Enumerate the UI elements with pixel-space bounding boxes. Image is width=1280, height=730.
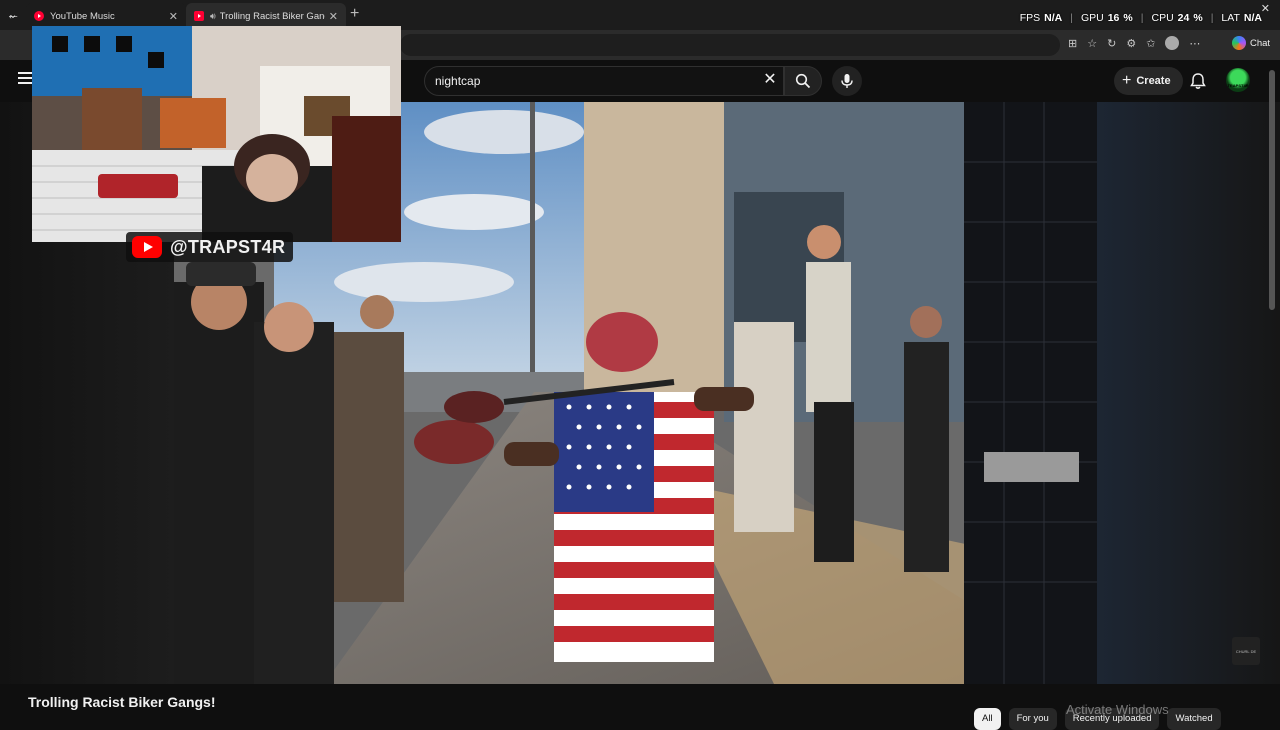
favorites-icon[interactable]: ✩	[1146, 37, 1155, 50]
youtube-favicon-icon	[194, 11, 204, 21]
notifications-button[interactable]	[1188, 71, 1208, 91]
youtube-logo-icon	[132, 236, 162, 258]
fps-stat: FPS N/A	[1019, 12, 1063, 24]
search-icon	[795, 73, 811, 89]
microphone-icon	[841, 74, 853, 88]
refresh-icon[interactable]: ↻	[1107, 37, 1116, 50]
plus-icon: +	[1122, 72, 1132, 89]
search-button[interactable]	[784, 66, 822, 96]
bell-icon	[1190, 73, 1206, 89]
address-bar[interactable]	[400, 34, 1060, 56]
tab-close-icon[interactable]: ✕	[329, 10, 338, 23]
clear-search-icon[interactable]: ✕	[760, 70, 780, 90]
more-menu-icon[interactable]: ⋯	[1189, 37, 1200, 50]
tab-title: YouTube Music	[50, 10, 115, 22]
account-avatar[interactable]: TRAPST4R	[1226, 68, 1250, 92]
gpu-stat: GPU 16%	[1080, 12, 1133, 24]
performance-overlay: FPS N/A | GPU 16% | CPU 24% | LAT N/A	[1019, 12, 1262, 24]
copilot-chat-button[interactable]: Chat	[1232, 36, 1270, 50]
hamburger-menu-icon[interactable]	[18, 72, 32, 87]
activate-windows-watermark: Activate Windows	[1066, 702, 1169, 717]
chip-for-you[interactable]: For you	[1008, 708, 1057, 730]
app-available-icon[interactable]: ⊞	[1068, 37, 1077, 50]
streamer-webcam-overlay	[32, 26, 401, 242]
cpu-stat: CPU 24%	[1151, 12, 1203, 24]
speaker-icon[interactable]: 🔊︎	[210, 11, 216, 22]
new-tab-plus-icon[interactable]: +	[350, 5, 359, 23]
tab-title: Trolling Racist Biker Gangs! -	[219, 10, 325, 22]
tab-close-icon[interactable]: ✕	[169, 10, 178, 23]
toolbar-icons: ⊞ ☆ ↻ ⚙ ✩ ⋯	[1068, 36, 1200, 50]
stream-handle-badge: @TRAPST4R	[126, 232, 294, 262]
video-title: Trolling Racist Biker Gangs!	[28, 694, 216, 710]
favorite-star-icon[interactable]: ☆	[1087, 37, 1097, 50]
player-side-right	[1097, 102, 1280, 684]
extensions-icon[interactable]: ⚙	[1126, 37, 1136, 50]
search-input[interactable]: nightcap	[424, 66, 784, 96]
lat-stat: LAT N/A	[1221, 12, 1262, 24]
webcam-frame	[32, 26, 401, 242]
page-scrollbar[interactable]	[1269, 70, 1275, 310]
youtube-music-favicon-icon	[34, 11, 44, 21]
window-close-icon[interactable]: ✕	[1261, 2, 1270, 15]
chip-watched[interactable]: Watched	[1167, 708, 1221, 730]
voice-search-button[interactable]	[832, 66, 862, 96]
back-arrow-icon[interactable]: ←	[6, 6, 20, 22]
create-button[interactable]: + Create	[1114, 67, 1183, 95]
chip-all[interactable]: All	[974, 708, 1001, 730]
copilot-icon	[1232, 36, 1246, 50]
video-watermark: CHURL DE	[1232, 637, 1260, 665]
profile-avatar-icon[interactable]	[1165, 36, 1180, 50]
